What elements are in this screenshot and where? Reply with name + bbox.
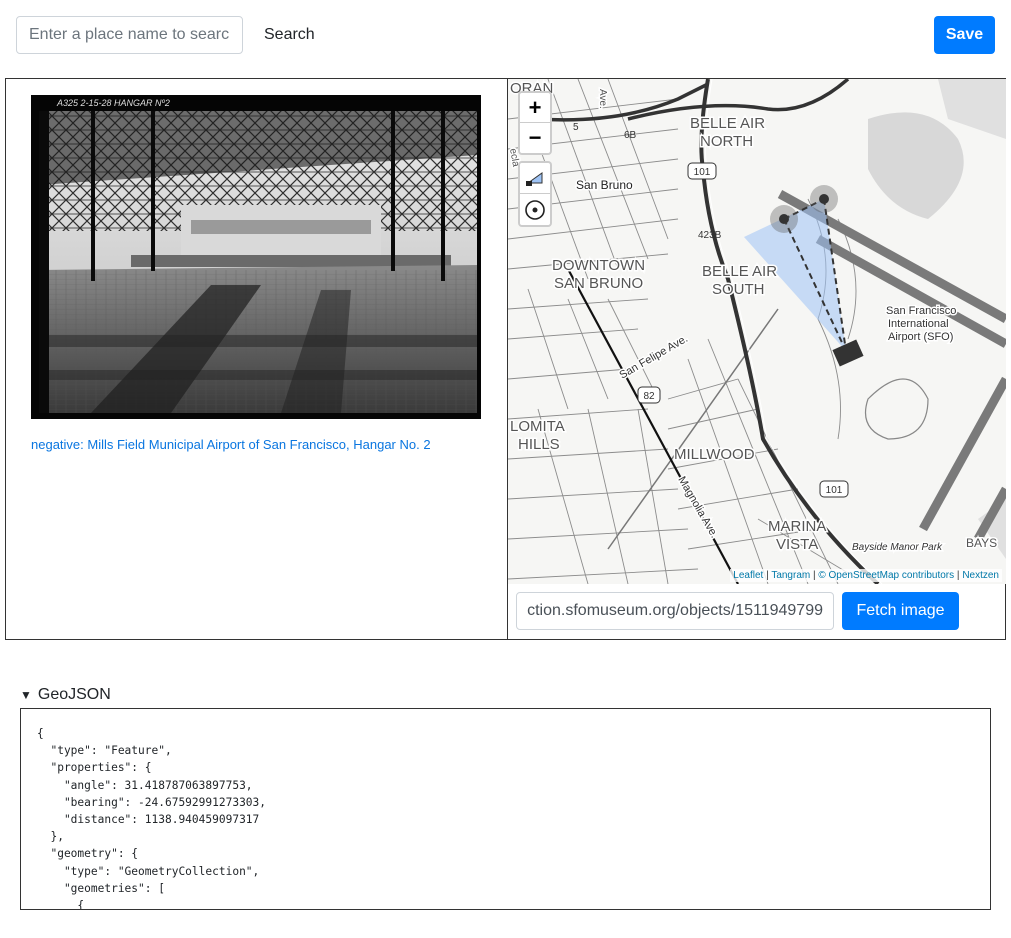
draw-toolbar [518,161,552,227]
attribution-tangram-link[interactable]: Tangram [771,570,810,581]
shield-101-a: 101 [694,167,711,178]
label-downtown-1: DOWNTOWN [552,257,645,274]
target-icon [525,199,545,220]
zoom-in-button[interactable]: + [520,93,550,123]
zoom-out-button[interactable]: − [520,123,550,153]
toolbar: Search Save [0,0,1011,70]
photo-pane: A325 2-15-28 HANGAR Nº2 negative: Mills … [6,79,507,639]
hangar-photo: A325 2-15-28 HANGAR Nº2 [31,95,481,419]
map[interactable]: 101 101 82 423B 6B 5 ORAN Ave. ecla BELL… [508,79,1006,584]
label-sfo-2: International [888,318,949,330]
label-ave-top: Ave. [597,89,608,109]
label-sfo-1: San Francisco [886,305,956,317]
label-marina-2: VISTA [776,536,818,553]
label-marina-1: MARINA [768,518,826,535]
attribution-leaflet-link[interactable]: Leaflet [733,570,763,581]
draw-fov-button[interactable] [520,163,550,194]
label-bayside: Bayside Manor Park [852,542,943,553]
photo-plate-text: A325 2-15-28 HANGAR Nº2 [56,98,170,108]
exit-5-label: 5 [573,122,579,133]
label-bays: BAYS [966,536,997,550]
label-lomita-2: HILLS [518,436,560,453]
geojson-output[interactable]: { "type": "Feature", "properties": { "an… [20,708,991,910]
label-downtown-2: SAN BRUNO [554,275,643,292]
label-belle-air-south-2: SOUTH [712,281,765,298]
save-button[interactable]: Save [934,16,995,54]
search-input[interactable] [16,16,243,54]
map-tiles: 101 101 82 423B 6B 5 ORAN Ave. ecla BELL… [508,79,1006,584]
label-belle-air-north-1: BELLE AIR [690,115,765,132]
label-lomita-1: LOMITA [510,418,565,435]
main-panel: A325 2-15-28 HANGAR Nº2 negative: Mills … [5,78,1006,640]
camera-fov-icon [526,172,543,186]
label-belle-air-south-1: BELLE AIR [702,263,777,280]
exit-6b-label: 6B [624,130,637,141]
disclosure-triangle-icon: ▼ [20,688,32,702]
geojson-text: { "type": "Feature", "properties": { "an… [37,727,267,910]
zoom-control: + − [518,91,552,155]
attribution-osm-link[interactable]: © OpenStreetMap contributors [818,570,954,581]
shield-101-b: 101 [826,485,843,496]
map-pane: 101 101 82 423B 6B 5 ORAN Ave. ecla BELL… [507,79,1006,639]
label-belle-air-north-2: NORTH [700,133,753,150]
label-millwood: MILLWOOD [674,446,755,463]
exit-423b-label: 423B [698,230,722,241]
geojson-toggle[interactable]: ▼ GeoJSON [20,686,111,704]
photo-caption-link[interactable]: negative: Mills Field Municipal Airport … [31,437,431,452]
fetch-image-button[interactable]: Fetch image [842,592,959,630]
search-button[interactable]: Search [252,16,327,54]
label-magnolia: Magnolia Ave. [675,475,720,541]
label-sfo-3: Airport (SFO) [888,331,953,343]
attribution-nextzen-link[interactable]: Nextzen [962,570,999,581]
shield-82: 82 [643,391,655,402]
geojson-summary-label: GeoJSON [37,686,111,703]
locate-button[interactable] [520,194,550,225]
map-attribution: Leaflet | Tangram | © OpenStreetMap cont… [730,569,1002,582]
label-san-bruno: San Bruno [576,178,633,192]
image-url-input[interactable] [516,592,834,630]
